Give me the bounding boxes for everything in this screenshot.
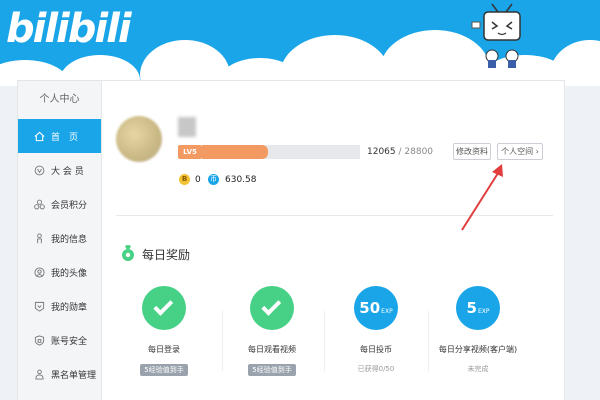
task-daily-watch: 每日观看视频 5经验值到手: [222, 286, 322, 376]
exp-current: 12065: [367, 147, 396, 157]
sidebar-item-label: 我的头像: [51, 268, 88, 279]
check-icon: [261, 295, 282, 316]
task-exp-value: 5: [466, 299, 477, 317]
task-exp-value: 50: [359, 299, 381, 317]
sidebar-item-label: 大 会 员: [51, 166, 84, 177]
sidebar-item-home[interactable]: 首 页: [18, 119, 101, 153]
b-coin-icon: B: [179, 174, 190, 185]
username-blurred: [178, 117, 196, 137]
task-label: 每日观看视频: [248, 345, 296, 354]
sidebar-item-avatar[interactable]: 我的头像: [18, 255, 101, 289]
task-exp-badge: 5 EXP: [456, 286, 500, 330]
home-icon: [34, 131, 45, 141]
money-bag-icon: [122, 245, 134, 261]
mascot-tv-icon: [471, 3, 521, 68]
task-done-badge: [250, 286, 294, 330]
blacklist-icon: [35, 369, 44, 380]
sidebar-item-security[interactable]: 账号安全: [18, 323, 101, 357]
sidebar-item-blacklist[interactable]: 黑名单管理: [18, 357, 101, 391]
cloud: [280, 35, 390, 86]
sidebar-item-medal[interactable]: 我的勋章: [18, 289, 101, 323]
edit-profile-button[interactable]: 修改资料: [453, 143, 491, 160]
task-exp-unit: EXP: [381, 307, 393, 315]
user-center-panel: 个人中心 首 页 大 会 员 会员积分 我的信息 我的头像 我的勋章 账号安全: [17, 80, 565, 400]
avatar-icon: [34, 266, 45, 278]
exp-progress-bar: [202, 145, 360, 159]
task-daily-share: 5 EXP 每日分享视频(客户端) 未完成: [428, 286, 528, 374]
sidebar-item-label: 首 页: [51, 132, 79, 143]
sidebar-item-label: 我的勋章: [51, 302, 88, 313]
points-icon: [34, 199, 45, 209]
sidebar-item-vip[interactable]: 大 会 员: [18, 153, 101, 187]
task-exp-badge: 50 EXP: [354, 286, 398, 330]
top-banner: bilibili: [0, 0, 600, 86]
task-reward-badge: 5经验值到手: [248, 364, 296, 376]
sidebar: 个人中心 首 页 大 会 员 会员积分 我的信息 我的头像 我的勋章 账号安全: [18, 81, 102, 400]
exp-progress-fill: [202, 145, 269, 159]
task-done-badge: [142, 286, 186, 330]
exp-readout: 12065 / 28800: [367, 147, 433, 157]
coin-count: 630.58: [225, 175, 257, 185]
medal-icon: [34, 301, 45, 312]
sidebar-item-points[interactable]: 会员积分: [18, 187, 101, 221]
sidebar-title: 个人中心: [39, 94, 80, 105]
sidebar-item-label: 账号安全: [51, 336, 88, 347]
coin-icon: 币: [208, 174, 219, 185]
task-status: 未完成: [467, 365, 489, 373]
section-divider: [116, 215, 553, 216]
task-daily-coin: 50 EXP 每日投币 已获得0/50: [326, 286, 426, 374]
sidebar-item-label: 黑名单管理: [51, 370, 97, 381]
daily-reward-title: 每日奖励: [142, 248, 191, 262]
sidebar-item-label: 会员积分: [51, 200, 88, 211]
personal-space-button[interactable]: 个人空间 ›: [497, 143, 543, 160]
sidebar-item-info[interactable]: 我的信息: [18, 221, 101, 255]
check-icon: [153, 295, 174, 316]
task-label: 每日分享视频(客户端): [438, 345, 518, 354]
vip-icon: [34, 165, 45, 175]
task-label: 每日登录: [148, 345, 180, 354]
task-reward-badge: 5经验值到手: [140, 364, 188, 376]
user-avatar[interactable]: [116, 116, 162, 162]
task-exp-unit: EXP: [477, 307, 490, 315]
task-daily-login: 每日登录 5经验值到手: [114, 286, 214, 376]
bilibili-logo[interactable]: bilibili: [6, 6, 132, 52]
task-status: 已获得0/50: [357, 365, 395, 373]
task-separator: [324, 311, 325, 371]
task-label: 每日投币: [360, 345, 392, 354]
shield-icon: [34, 334, 45, 346]
level-badge: LV5: [178, 145, 202, 159]
info-icon: [37, 232, 42, 243]
exp-total: 28800: [404, 147, 434, 157]
b-coin-count: 0: [195, 175, 201, 185]
sidebar-item-label: 我的信息: [51, 234, 88, 245]
